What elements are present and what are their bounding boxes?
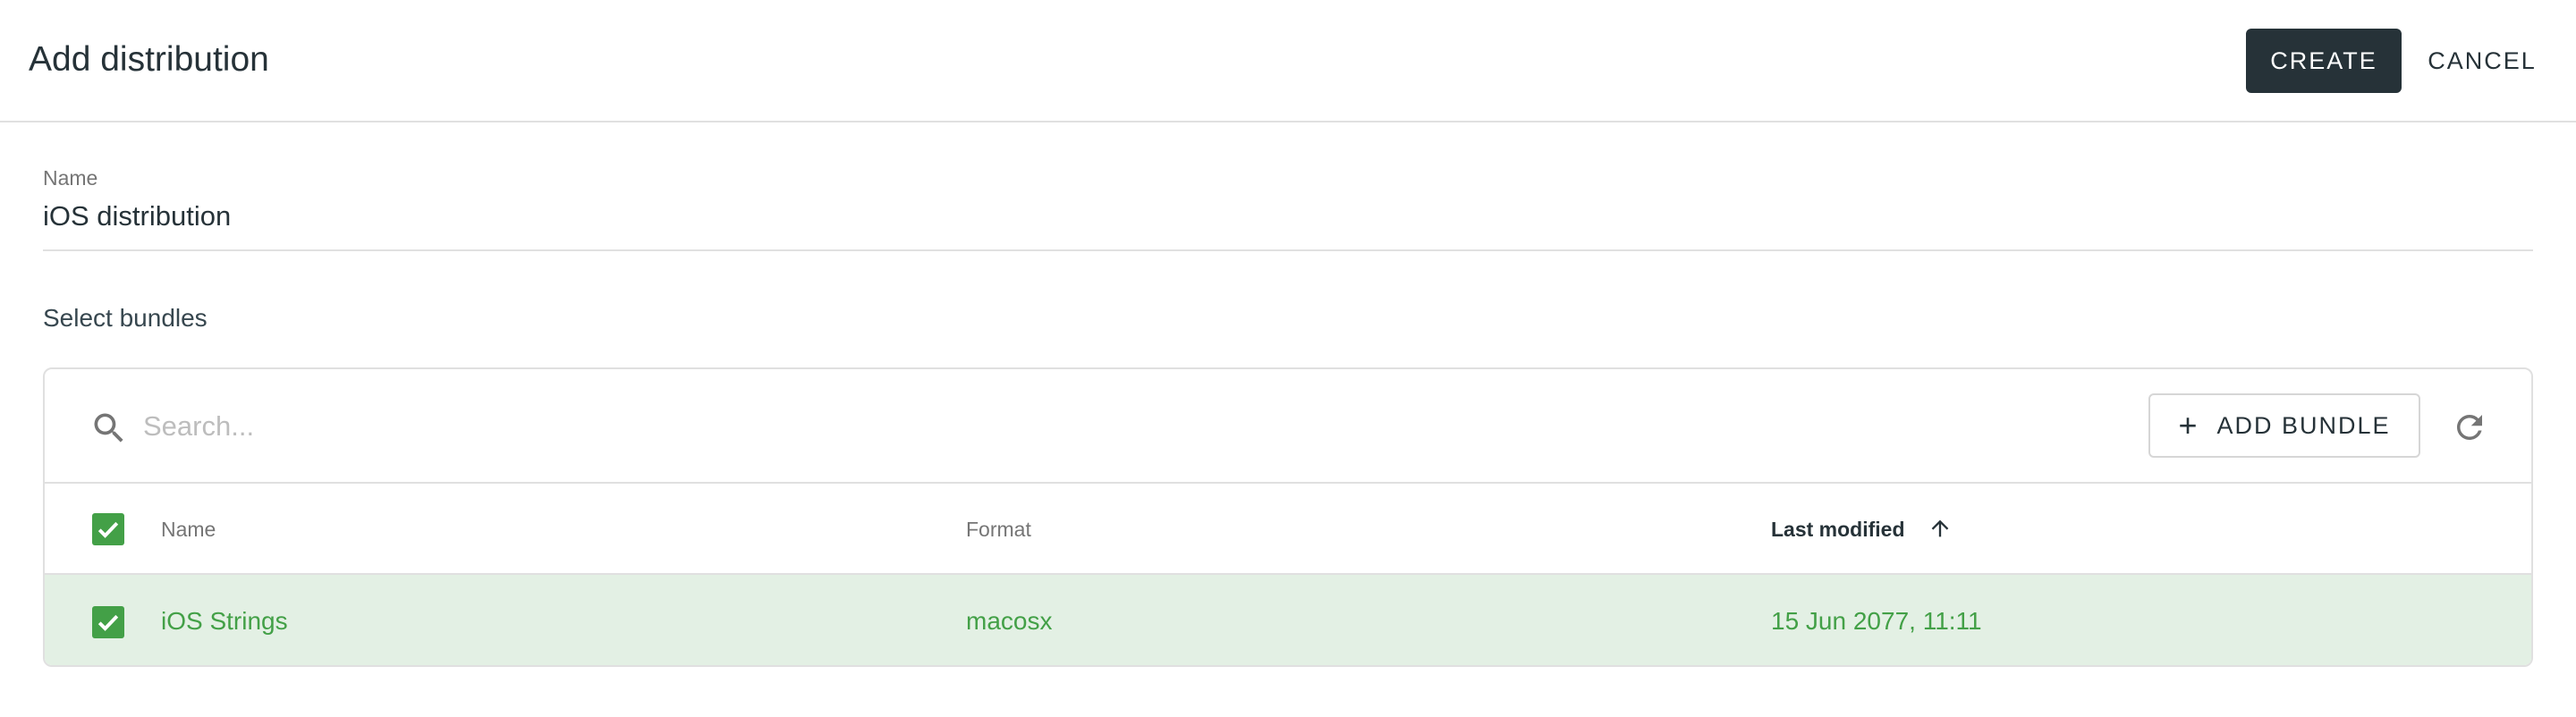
table-row[interactable]: iOS Strings macosx 15 Jun 2077, 11:11 <box>45 575 2531 665</box>
add-bundle-label: ADD BUNDLE <box>2216 411 2391 439</box>
column-header-format[interactable]: Format <box>966 518 1031 542</box>
refresh-icon[interactable] <box>2451 409 2488 446</box>
name-field-value[interactable]: iOS distribution <box>43 200 231 232</box>
column-header-last-modified[interactable]: Last modified <box>1771 518 1905 542</box>
column-header-name[interactable]: Name <box>161 518 216 542</box>
select-bundles-label: Select bundles <box>43 304 208 332</box>
row-format-cell: macosx <box>966 607 1053 635</box>
bundles-table-card: + ADD BUNDLE Name Format Last modified i… <box>43 367 2533 667</box>
row-last-modified-cell: 15 Jun 2077, 11:11 <box>1771 607 1982 635</box>
name-field-label: Name <box>43 166 98 190</box>
table-toolbar: + ADD BUNDLE <box>45 369 2531 484</box>
checkmark-icon <box>97 614 119 631</box>
row-name-cell: iOS Strings <box>161 607 288 635</box>
page-title: Add distribution <box>29 40 269 79</box>
create-button[interactable]: CREATE <box>2246 29 2402 93</box>
table-header-row: Name Format Last modified <box>45 484 2531 575</box>
plus-icon: + <box>2178 407 2199 443</box>
distribution-name-field[interactable]: Name iOS distribution <box>43 159 2533 251</box>
add-bundle-button[interactable]: + ADD BUNDLE <box>2148 393 2420 458</box>
select-all-checkbox[interactable] <box>92 513 124 545</box>
search-input[interactable] <box>98 396 1440 457</box>
app-header: Add distribution CREATE CANCEL <box>0 0 2576 122</box>
row-checkbox[interactable] <box>92 606 124 638</box>
cancel-button[interactable]: CANCEL <box>2419 29 2545 93</box>
checkmark-icon <box>97 521 119 538</box>
sort-ascending-icon[interactable] <box>1928 516 1953 541</box>
